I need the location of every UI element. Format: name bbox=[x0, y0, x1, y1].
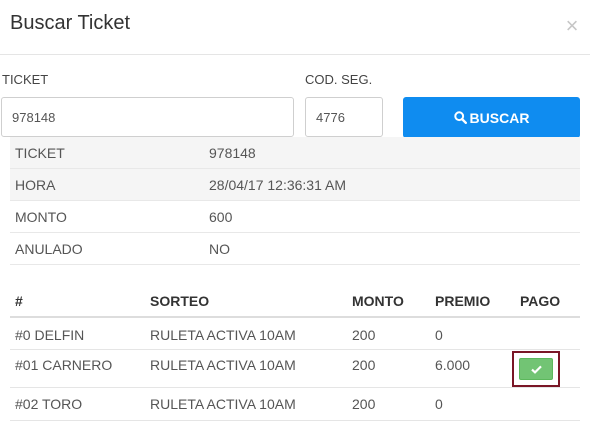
ticket-info-table: TICKET 978148 HORA 28/04/17 12:36:31 AM … bbox=[10, 137, 580, 265]
column-header-sorteo: SORTEO bbox=[150, 293, 210, 309]
search-button-label: BUSCAR bbox=[469, 109, 530, 126]
bets-header-row: # SORTEO MONTO PREMIO PAGO bbox=[10, 285, 580, 318]
bets-table: # SORTEO MONTO PREMIO PAGO #0 DELFIN RUL… bbox=[10, 285, 580, 421]
column-header-number: # bbox=[15, 293, 23, 309]
info-key: HORA bbox=[15, 177, 56, 193]
pay-button[interactable] bbox=[519, 358, 553, 380]
close-icon[interactable]: × bbox=[563, 14, 581, 38]
info-key: TICKET bbox=[15, 145, 65, 161]
info-value: NO bbox=[209, 241, 230, 257]
info-value: 978148 bbox=[209, 145, 256, 161]
bet-sorteo: RULETA ACTIVA 10AM bbox=[150, 357, 296, 373]
bet-monto: 200 bbox=[352, 396, 376, 412]
bet-monto: 200 bbox=[352, 327, 376, 343]
table-row: #02 TORO RULETA ACTIVA 10AM 200 0 bbox=[10, 388, 580, 421]
bet-premio: 0 bbox=[435, 327, 443, 343]
column-header-pago: PAGO bbox=[520, 293, 561, 309]
bet-premio: 0 bbox=[435, 396, 443, 412]
code-input[interactable] bbox=[305, 97, 383, 137]
table-row: #0 DELFIN RULETA ACTIVA 10AM 200 0 bbox=[10, 318, 580, 350]
bet-sorteo: RULETA ACTIVA 10AM bbox=[150, 396, 296, 412]
modal-header: Buscar Ticket × bbox=[0, 0, 590, 55]
info-key: ANULADO bbox=[15, 241, 83, 257]
search-icon bbox=[453, 111, 467, 124]
bet-monto: 200 bbox=[352, 357, 376, 373]
info-row-monto: MONTO 600 bbox=[10, 200, 580, 232]
bet-id: #0 DELFIN bbox=[15, 327, 85, 343]
info-key: MONTO bbox=[15, 209, 67, 225]
info-row-hora: HORA 28/04/17 12:36:31 AM bbox=[10, 168, 580, 200]
column-header-monto: MONTO bbox=[352, 293, 404, 309]
info-row-ticket: TICKET 978148 bbox=[10, 137, 580, 168]
ticket-label: TICKET bbox=[2, 72, 49, 87]
search-button[interactable]: BUSCAR bbox=[403, 97, 580, 138]
bet-id: #02 TORO bbox=[15, 396, 83, 412]
table-row: #01 CARNERO RULETA ACTIVA 10AM 200 6.000 bbox=[10, 350, 580, 388]
bet-sorteo: RULETA ACTIVA 10AM bbox=[150, 327, 296, 343]
info-value: 600 bbox=[209, 209, 233, 225]
info-value: 28/04/17 12:36:31 AM bbox=[209, 177, 346, 193]
check-icon bbox=[530, 365, 542, 374]
pay-button-highlight bbox=[512, 351, 560, 387]
ticket-input[interactable] bbox=[1, 97, 294, 137]
modal-title: Buscar Ticket bbox=[10, 12, 131, 34]
code-label: COD. SEG. bbox=[305, 72, 373, 87]
bet-premio: 6.000 bbox=[435, 357, 471, 373]
bet-id: #01 CARNERO bbox=[15, 357, 113, 373]
info-row-anulado: ANULADO NO bbox=[10, 232, 580, 265]
column-header-premio: PREMIO bbox=[435, 293, 491, 309]
